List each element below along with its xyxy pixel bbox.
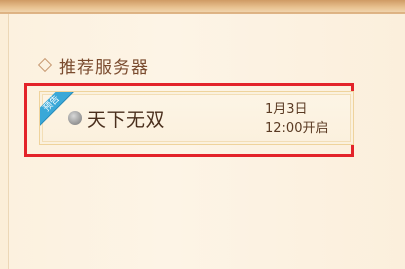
diamond-icon	[37, 57, 53, 73]
open-time: 12:00开启	[265, 121, 329, 136]
recommended-section-header: 推荐服务器	[37, 53, 149, 78]
section-title: 推荐服务器	[59, 57, 149, 78]
server-name: 天下无双	[87, 109, 166, 131]
server-status-icon	[68, 111, 82, 125]
server-open-info: 1月3日 12:00开启	[265, 100, 328, 138]
panel-top-border	[0, 0, 405, 14]
recommended-server-entry[interactable]: 预告 天下无双 1月3日 12:00开启	[39, 91, 354, 145]
open-date: 1月3日	[265, 102, 308, 117]
